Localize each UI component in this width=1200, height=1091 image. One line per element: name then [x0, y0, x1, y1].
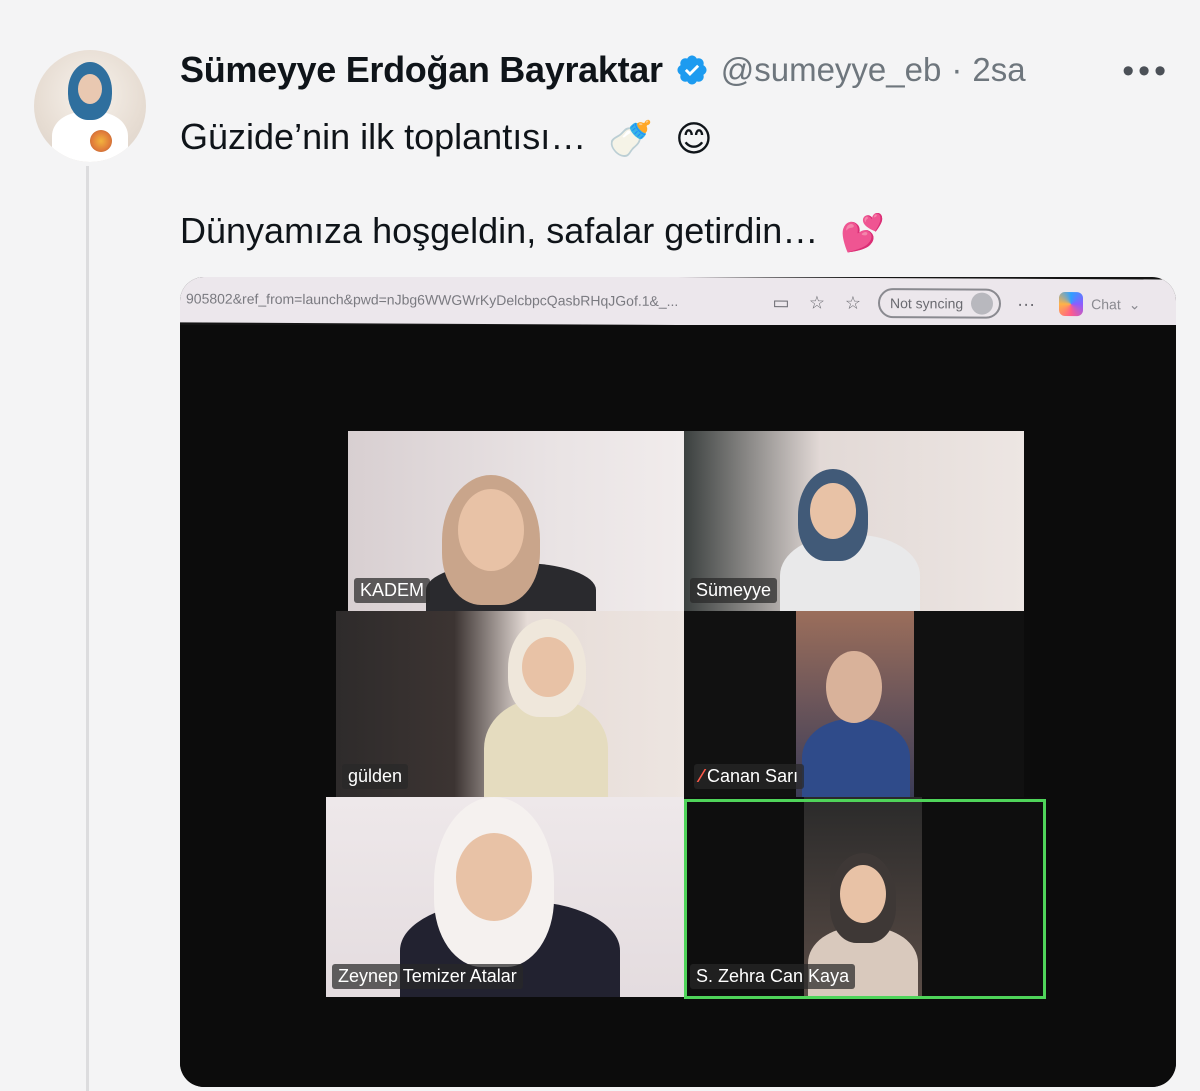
sync-pill: Not syncing	[878, 288, 1002, 319]
tweet-photo[interactable]: 905802&ref_from=launch&pwd=nJbg6WWGWrKyD…	[180, 277, 1176, 1087]
chevron-down-icon: ⌄	[1128, 295, 1141, 312]
author-handle[interactable]: @sumeyye_eb	[721, 51, 942, 89]
person-face	[458, 489, 524, 571]
two-hearts-icon: 💕	[840, 212, 886, 254]
flowers-icon	[90, 130, 112, 152]
participant-label: Zeynep Temizer Atalar	[332, 964, 523, 989]
chat-label: Chat	[1091, 296, 1121, 313]
participant-label: KADEM	[354, 578, 431, 603]
participant-label: gülden	[342, 764, 409, 789]
copilot-chat: Chat ⌄	[1059, 291, 1141, 317]
person-face	[456, 833, 532, 921]
copilot-icon	[1059, 291, 1084, 317]
video-tile: Zeynep Temizer Atalar	[326, 797, 684, 997]
participant-name: gülden	[348, 766, 403, 786]
person-face	[826, 651, 882, 723]
star-icon: ☆	[808, 292, 826, 313]
tweet-text-line-1: Güzide’nin ilk toplantısı… 🍼 😊	[180, 116, 713, 160]
author-name[interactable]: Sümeyye Erdoğan Bayraktar	[180, 49, 663, 91]
participant-name: Zeynep Temizer Atalar	[338, 966, 517, 986]
favorites-icon: ☆	[844, 292, 862, 313]
avatar-face	[78, 74, 102, 104]
photo-browser-bar: 905802&ref_from=launch&pwd=nJbg6WWGWrKyD…	[180, 277, 1176, 328]
participant-label: ⁄ Canan Sarı	[694, 764, 805, 789]
participant-name: Sümeyye	[696, 580, 772, 600]
photo-url-text: 905802&ref_from=launch&pwd=nJbg6WWGWrKyD…	[186, 290, 679, 310]
baby-bottle-icon: 🍼	[608, 118, 654, 160]
participant-name: KADEM	[360, 580, 425, 600]
sync-label: Not syncing	[890, 295, 964, 312]
participant-label: Sümeyye	[690, 578, 778, 603]
smiling-face-icon: 😊	[675, 118, 713, 160]
video-icon: ▭	[772, 292, 790, 313]
more-horizontal-icon[interactable]: •••	[1122, 52, 1170, 91]
person-body	[802, 719, 910, 797]
tweet-text-line-2: Dünyamıza hoşgeldin, safalar getirdin… 💕	[180, 210, 885, 254]
thread-line	[86, 166, 89, 1091]
person-face	[522, 637, 574, 697]
person-face	[810, 483, 856, 539]
profile-icon	[971, 292, 994, 315]
tweet-header: Sümeyye Erdoğan Bayraktar @sumeyye_eb · …	[180, 48, 1176, 92]
tweet-line-2-text: Dünyamıza hoşgeldin, safalar getirdin…	[180, 210, 819, 251]
participant-name: Canan Sarı	[707, 766, 799, 786]
video-tile: KADEM	[348, 431, 684, 611]
video-tile: ⁄ Canan Sarı	[684, 611, 1024, 797]
more-icon: ···	[1017, 293, 1036, 314]
mic-off-icon: ⁄	[700, 766, 704, 786]
tweet-line-1-text: Güzide’nin ilk toplantısı…	[180, 116, 587, 157]
video-tile: gülden	[336, 611, 684, 797]
avatar[interactable]	[34, 50, 146, 162]
tweet-time[interactable]: 2sa	[972, 51, 1025, 89]
active-speaker-frame	[684, 799, 1046, 999]
video-tile: Sümeyye	[684, 431, 1024, 611]
verified-badge-icon	[677, 55, 707, 85]
separator-dot: ·	[951, 51, 963, 88]
photo-browser-icons: ▭ ☆ ☆ Not syncing ··· Chat ⌄	[770, 287, 1140, 319]
